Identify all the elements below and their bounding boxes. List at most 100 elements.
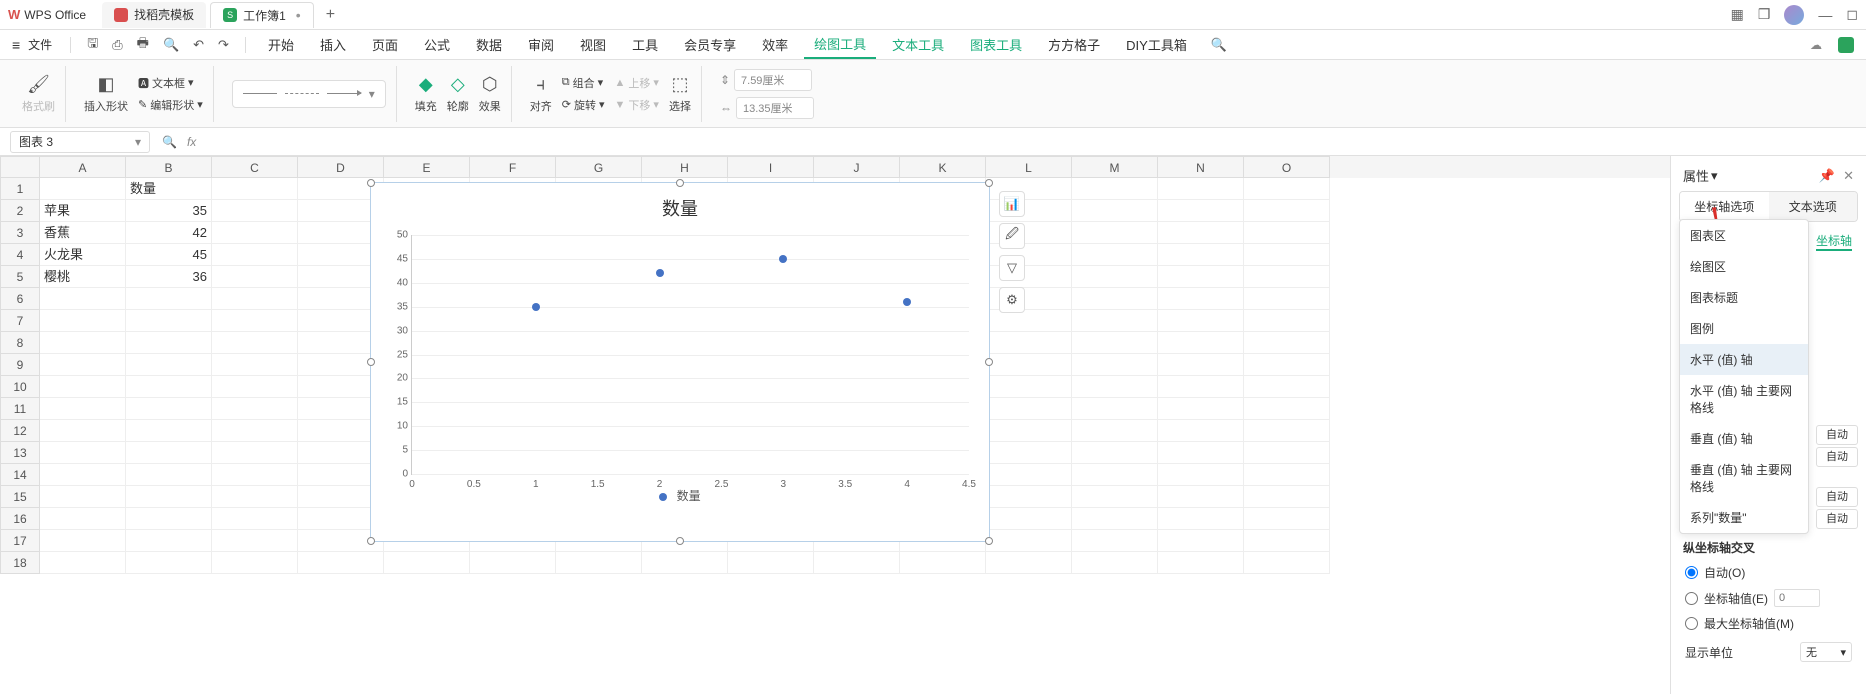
cell[interactable]	[1158, 244, 1244, 266]
grid-icon[interactable]: ▦	[1731, 6, 1744, 23]
rotate-button[interactable]: ⟳ 旋转▾	[562, 97, 605, 113]
row-header[interactable]: 9	[0, 354, 40, 376]
cell[interactable]	[40, 398, 126, 420]
cell[interactable]	[1072, 244, 1158, 266]
align-button[interactable]: ⫞ 对齐	[530, 74, 552, 114]
cell[interactable]	[298, 552, 384, 574]
menu-view[interactable]: 视图	[570, 31, 616, 58]
cell[interactable]	[1244, 222, 1330, 244]
cell[interactable]	[212, 464, 298, 486]
cell[interactable]	[40, 552, 126, 574]
row-header[interactable]: 6	[0, 288, 40, 310]
chart-settings-button[interactable]: ⚙	[999, 287, 1025, 313]
textbox-button[interactable]: 🅰 文本框▾	[138, 75, 203, 91]
cell[interactable]	[1072, 398, 1158, 420]
resize-handle[interactable]	[676, 179, 684, 187]
cloud-icon[interactable]: ☁	[1810, 38, 1822, 52]
row-header[interactable]: 7	[0, 310, 40, 332]
row-header[interactable]: 10	[0, 376, 40, 398]
menu-diy[interactable]: DIY工具箱	[1116, 31, 1197, 58]
height-input[interactable]: 7.59厘米	[734, 69, 812, 91]
row-header[interactable]: 2	[0, 200, 40, 222]
cell[interactable]: 35	[126, 200, 212, 222]
col-header[interactable]: L	[986, 156, 1072, 178]
cell[interactable]	[1072, 376, 1158, 398]
col-header[interactable]: M	[1072, 156, 1158, 178]
menu-drawtools[interactable]: 绘图工具	[804, 30, 876, 59]
chevron-down-icon[interactable]: ▾	[1711, 168, 1718, 184]
menu-start[interactable]: 开始	[258, 31, 304, 58]
cell[interactable]	[40, 486, 126, 508]
cell[interactable]	[1072, 332, 1158, 354]
row-header[interactable]: 3	[0, 222, 40, 244]
cell[interactable]	[728, 552, 814, 574]
cell[interactable]	[1244, 464, 1330, 486]
chart-style-button[interactable]: 🖉	[999, 223, 1025, 249]
display-unit-select[interactable]: 无▾	[1800, 642, 1852, 662]
menu-ffgz[interactable]: 方方格子	[1038, 31, 1110, 58]
cell[interactable]	[212, 442, 298, 464]
preview-icon[interactable]: 🔍	[159, 37, 183, 53]
dd-item-legend[interactable]: 图例	[1680, 313, 1808, 344]
cell[interactable]	[1158, 178, 1244, 200]
tab-text-options[interactable]: 文本选项	[1769, 192, 1858, 221]
col-header[interactable]: B	[126, 156, 212, 178]
cell[interactable]	[1072, 442, 1158, 464]
cell[interactable]	[986, 486, 1072, 508]
menu-insert[interactable]: 插入	[310, 31, 356, 58]
cell[interactable]	[40, 376, 126, 398]
cell[interactable]	[40, 310, 126, 332]
search-icon[interactable]: 🔍	[1211, 37, 1227, 53]
cell[interactable]	[1244, 442, 1330, 464]
cell[interactable]	[1072, 288, 1158, 310]
menu-efficiency[interactable]: 效率	[752, 31, 798, 58]
cell[interactable]	[1244, 376, 1330, 398]
data-point[interactable]	[779, 255, 787, 263]
select-button[interactable]: ⬚ 选择	[669, 74, 691, 114]
resize-handle[interactable]	[985, 179, 993, 187]
row-header[interactable]: 12	[0, 420, 40, 442]
tab-add-button[interactable]: +	[326, 6, 335, 24]
cell[interactable]	[1244, 310, 1330, 332]
cell[interactable]	[40, 508, 126, 530]
row-header[interactable]: 17	[0, 530, 40, 552]
cancel-icon[interactable]: 🔍	[162, 135, 177, 149]
print-icon[interactable]: 🖶	[133, 34, 153, 56]
cell[interactable]	[1158, 442, 1244, 464]
cell[interactable]	[1244, 244, 1330, 266]
resize-handle[interactable]	[367, 358, 375, 366]
cell[interactable]: 42	[126, 222, 212, 244]
menu-file[interactable]: 文件	[28, 36, 52, 53]
cell[interactable]	[212, 530, 298, 552]
select-all-corner[interactable]	[0, 156, 40, 178]
undo-icon[interactable]: ↶	[189, 37, 208, 53]
cell[interactable]	[126, 442, 212, 464]
cell[interactable]	[814, 552, 900, 574]
cell[interactable]	[1244, 530, 1330, 552]
col-header[interactable]: G	[556, 156, 642, 178]
resize-handle[interactable]	[367, 537, 375, 545]
cell[interactable]: 数量	[126, 178, 212, 200]
cell[interactable]	[1158, 464, 1244, 486]
cell[interactable]	[1072, 222, 1158, 244]
cell[interactable]: 45	[126, 244, 212, 266]
dd-item-series[interactable]: 系列"数量"	[1680, 502, 1808, 533]
cross-auto-radio[interactable]: 自动(O)	[1679, 560, 1858, 585]
col-header[interactable]: E	[384, 156, 470, 178]
cell[interactable]	[1158, 354, 1244, 376]
cell[interactable]	[126, 420, 212, 442]
cell[interactable]	[1244, 354, 1330, 376]
cell[interactable]	[212, 398, 298, 420]
cell[interactable]	[1244, 420, 1330, 442]
tab-close-icon[interactable]: •	[296, 7, 301, 23]
group-button[interactable]: ⧉ 组合▾	[562, 75, 605, 91]
fill-button[interactable]: ◆ 填充	[415, 74, 437, 114]
resize-handle[interactable]	[985, 537, 993, 545]
cell[interactable]	[1244, 552, 1330, 574]
cell[interactable]: 36	[126, 266, 212, 288]
cell[interactable]	[212, 376, 298, 398]
row-header[interactable]: 8	[0, 332, 40, 354]
chart-title[interactable]: 数量	[371, 183, 989, 225]
cell[interactable]	[40, 530, 126, 552]
cell[interactable]	[1158, 376, 1244, 398]
